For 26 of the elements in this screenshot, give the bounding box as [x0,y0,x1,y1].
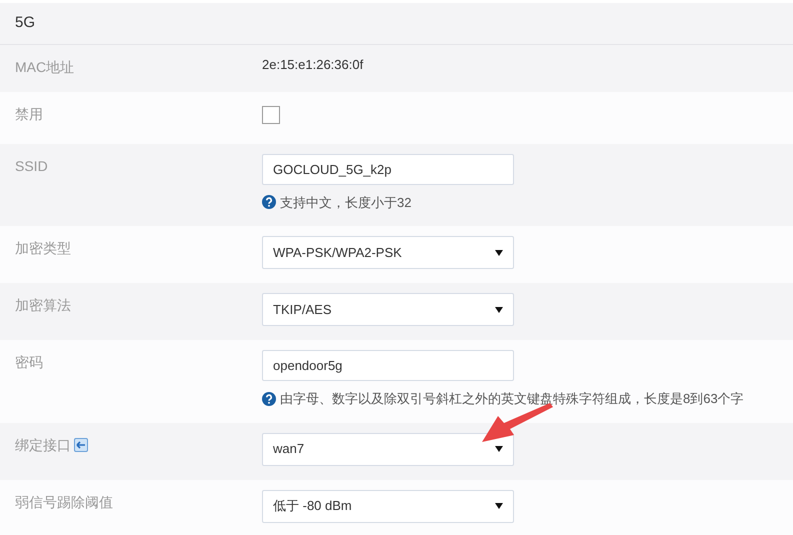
checkbox[interactable] [262,106,280,124]
hint-text: 由字母、数字以及除双引号斜杠之外的英文键盘特殊字符组成，长度是8到63个字 [280,390,744,408]
section-title: 5G [15,13,36,34]
dropdown[interactable]: TKIP/AES [262,293,514,326]
field-label: SSID [15,156,48,176]
text-input[interactable]: GOCLOUD_5G_k2p [262,154,514,184]
field-label: 禁用 [15,105,43,124]
field-label: 加密算法 [15,296,71,315]
dropdown[interactable]: 低于 -80 dBm [262,490,514,522]
field-label: 弱信号踢除阈值 [15,492,113,512]
caret-icon [495,306,503,312]
dropdown[interactable]: wan7 [262,432,514,466]
field-label: 密码 [15,353,43,372]
field-label: MAC地址 [15,58,74,77]
mac-address: 2e:15:e1:26:36:0f [262,57,364,72]
annotation-arrow [482,403,553,442]
field-label: 加密类型 [15,239,71,258]
dropdown[interactable]: WPA-PSK/WPA2-PSK [262,236,514,269]
caret-icon [495,503,503,509]
help-icon [262,392,276,406]
help-icon [262,195,276,210]
field-label: 绑定接口 [15,436,71,454]
text-input[interactable]: opendoor5g [262,350,514,381]
hint-text: 支持中文，长度小于32 [280,194,412,212]
caret-icon [495,250,503,256]
caret-icon [495,446,503,452]
